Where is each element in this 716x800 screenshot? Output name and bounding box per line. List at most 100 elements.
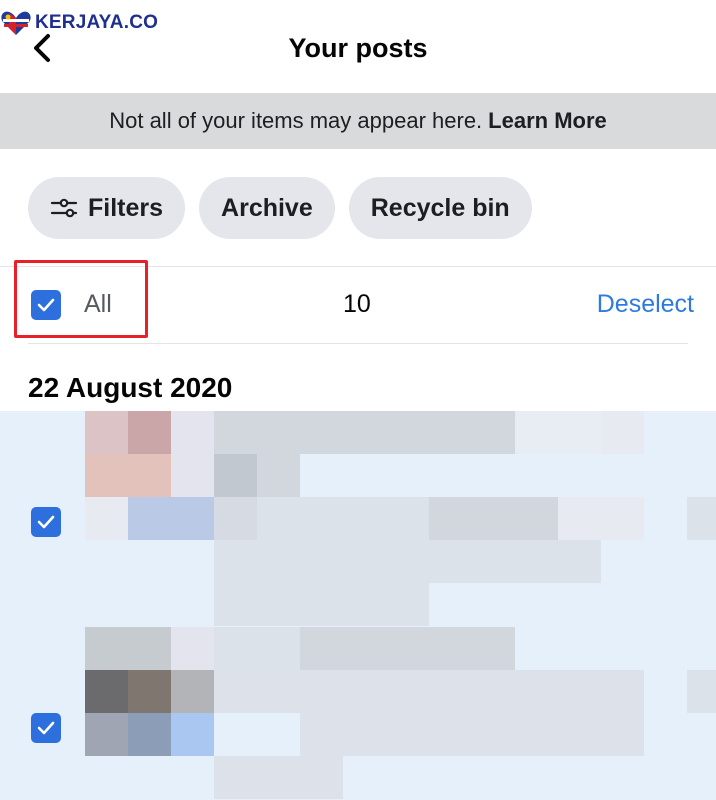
thumbnail-pixel — [386, 627, 429, 670]
thumbnail-pixel — [429, 670, 472, 713]
thumbnail-pixel — [429, 411, 472, 454]
thumbnail-pixel — [472, 713, 515, 756]
thumbnail-pixel — [472, 670, 515, 713]
thumbnail-pixel — [429, 627, 472, 670]
thumbnail-pixel — [300, 713, 343, 756]
thumbnail-pixel — [558, 713, 601, 756]
thumbnail-pixel — [257, 540, 300, 583]
thumbnail-pixel — [472, 627, 515, 670]
thumbnail-pixel — [128, 713, 171, 756]
thumbnail-pixel — [343, 411, 386, 454]
thumbnail-pixel — [515, 713, 558, 756]
thumbnail-pixel — [343, 627, 386, 670]
thumbnail-pixel — [214, 627, 257, 670]
thumbnail-pixel — [85, 713, 128, 756]
thumbnail-pixel — [558, 540, 601, 583]
thumbnail-pixel — [386, 670, 429, 713]
thumbnail-pixel — [257, 497, 300, 540]
thumbnail-pixel — [257, 411, 300, 454]
thumbnail-pixel — [343, 670, 386, 713]
archive-button[interactable]: Archive — [199, 177, 335, 239]
deselect-button[interactable]: Deselect — [597, 288, 694, 320]
thumbnail-pixel — [558, 497, 601, 540]
selected-count: 10 — [343, 290, 371, 318]
thumbnail-pixel — [214, 454, 257, 497]
thumbnail-pixel — [386, 583, 429, 626]
page-title: Your posts — [288, 33, 428, 63]
thumbnail-pixel — [601, 411, 644, 454]
recycle-bin-button[interactable]: Recycle bin — [348, 177, 532, 239]
post-item[interactable] — [0, 627, 716, 800]
thumbnail-pixel — [386, 713, 429, 756]
thumbnail-pixel — [429, 713, 472, 756]
thumbnail-pixel — [214, 670, 257, 713]
archive-label: Archive — [221, 193, 313, 222]
thumbnail-pixel — [558, 411, 601, 454]
highlight-annotation — [14, 260, 148, 338]
filter-sliders-icon — [50, 198, 78, 218]
post-item[interactable] — [0, 411, 716, 627]
post-list — [0, 411, 716, 800]
thumbnail-pixel — [214, 411, 257, 454]
thumbnail-pixel — [171, 713, 214, 756]
thumbnail-pixel — [214, 497, 257, 540]
thumbnail-pixel — [558, 670, 601, 713]
thumbnail-pixel — [515, 411, 558, 454]
thumbnail-pixel — [85, 411, 128, 454]
thumbnail-pixel — [472, 540, 515, 583]
thumbnail-pixel — [300, 583, 343, 626]
thumbnail-pixel — [343, 583, 386, 626]
notice-text: Not all of your items may appear here. — [109, 108, 483, 133]
notice-bar: Not all of your items may appear here. L… — [0, 93, 716, 149]
thumbnail-pixel — [300, 411, 343, 454]
thumbnail-pixel — [601, 670, 644, 713]
thumbnail-pixel — [171, 670, 214, 713]
thumbnail-pixel — [85, 497, 128, 540]
thumbnail-pixel — [128, 454, 171, 497]
thumbnail-pixel — [687, 670, 716, 713]
thumbnail-pixel — [343, 540, 386, 583]
thumbnail-pixel — [214, 583, 257, 626]
thumbnail-pixel — [300, 756, 343, 799]
thumbnail-pixel — [515, 540, 558, 583]
thumbnail-pixel — [257, 583, 300, 626]
thumbnail-pixel — [171, 627, 214, 670]
thumbnail-pixel — [429, 540, 472, 583]
thumbnail-pixel — [85, 670, 128, 713]
thumbnail-pixel — [386, 411, 429, 454]
thumbnail-pixel — [257, 454, 300, 497]
thumbnail-pixel — [128, 670, 171, 713]
thumbnail-pixel — [214, 756, 257, 799]
thumbnail-pixel — [300, 670, 343, 713]
thumbnail-pixel — [257, 627, 300, 670]
thumbnail-pixel — [300, 497, 343, 540]
thumbnail-pixel — [472, 411, 515, 454]
thumbnail-pixel — [171, 411, 214, 454]
thumbnail-pixel — [343, 497, 386, 540]
thumbnail-pixel — [429, 497, 472, 540]
thumbnail-pixel — [128, 497, 171, 540]
thumbnail-pixel — [257, 756, 300, 799]
thumbnail-pixel — [386, 497, 429, 540]
thumbnail-pixel — [214, 540, 257, 583]
thumbnail-pixel — [85, 627, 128, 670]
thumbnail-pixel — [472, 497, 515, 540]
thumbnail-pixel — [300, 627, 343, 670]
filters-label: Filters — [88, 193, 164, 222]
thumbnail-pixel — [343, 713, 386, 756]
recycle-bin-label: Recycle bin — [370, 193, 510, 222]
thumbnail-pixel — [386, 540, 429, 583]
thumbnail-pixel — [601, 497, 644, 540]
divider — [28, 343, 688, 344]
post-checkbox[interactable] — [31, 713, 61, 743]
filters-button[interactable]: Filters — [28, 177, 186, 239]
thumbnail-pixel — [515, 497, 558, 540]
learn-more-link[interactable]: Learn More — [488, 108, 607, 134]
date-header: 22 August 2020 — [28, 372, 233, 403]
thumbnail-pixel — [171, 497, 214, 540]
post-checkbox[interactable] — [31, 507, 61, 537]
thumbnail-pixel — [128, 627, 171, 670]
thumbnail-pixel — [601, 713, 644, 756]
thumbnail-pixel — [171, 454, 214, 497]
thumbnail-pixel — [515, 670, 558, 713]
